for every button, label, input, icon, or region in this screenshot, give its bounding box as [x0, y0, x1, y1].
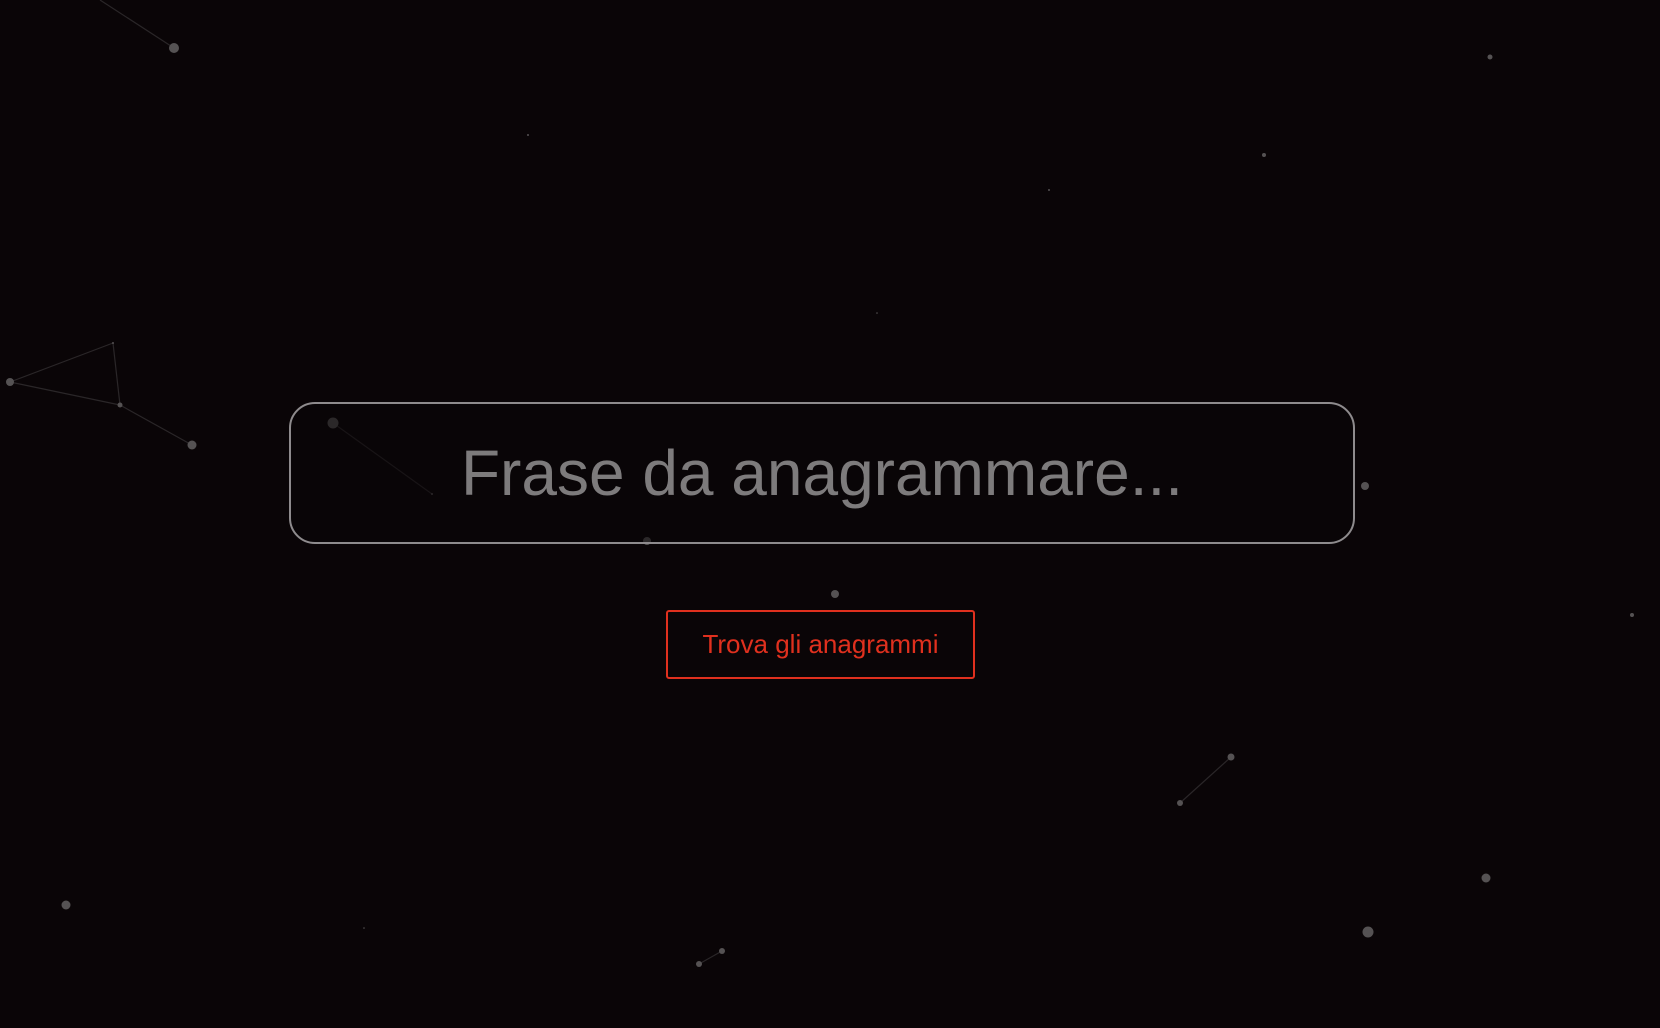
star [187, 440, 197, 450]
star [831, 590, 839, 598]
star [1481, 873, 1491, 883]
constellation-line [9, 342, 114, 383]
constellation-line [99, 0, 175, 49]
star [1487, 54, 1493, 60]
star [61, 900, 71, 910]
star [363, 927, 365, 929]
star [117, 402, 123, 408]
constellation-line [112, 342, 121, 406]
constellation-line [698, 950, 723, 965]
star [1227, 753, 1235, 761]
star [527, 134, 529, 136]
star [1630, 613, 1634, 617]
star [1361, 482, 1369, 490]
star [1177, 800, 1183, 806]
star [1362, 926, 1374, 938]
star [169, 43, 179, 53]
constellation-line [119, 404, 193, 446]
star [696, 961, 702, 967]
constellation-line [1179, 756, 1232, 804]
star [6, 378, 14, 386]
star [719, 948, 725, 954]
star [112, 342, 114, 344]
constellation-line [9, 381, 121, 406]
app-background: Trova gli anagrammi [0, 0, 1660, 1028]
phrase-input[interactable] [289, 402, 1355, 544]
find-anagrams-button[interactable]: Trova gli anagrammi [666, 610, 975, 679]
star [876, 312, 878, 314]
star [1262, 153, 1266, 157]
star [1048, 189, 1050, 191]
